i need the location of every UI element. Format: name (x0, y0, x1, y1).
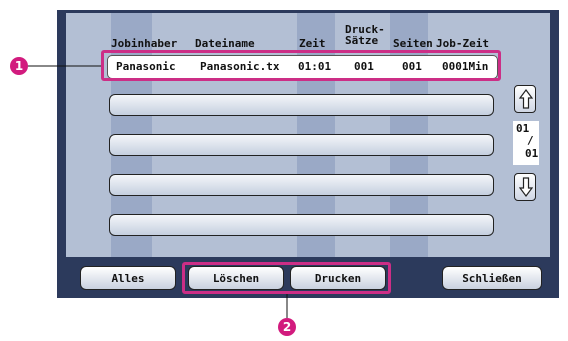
callout-2-badge: 2 (278, 318, 296, 336)
callout-1-badge: 1 (10, 57, 28, 75)
callout-leader-lines (27, 65, 288, 318)
